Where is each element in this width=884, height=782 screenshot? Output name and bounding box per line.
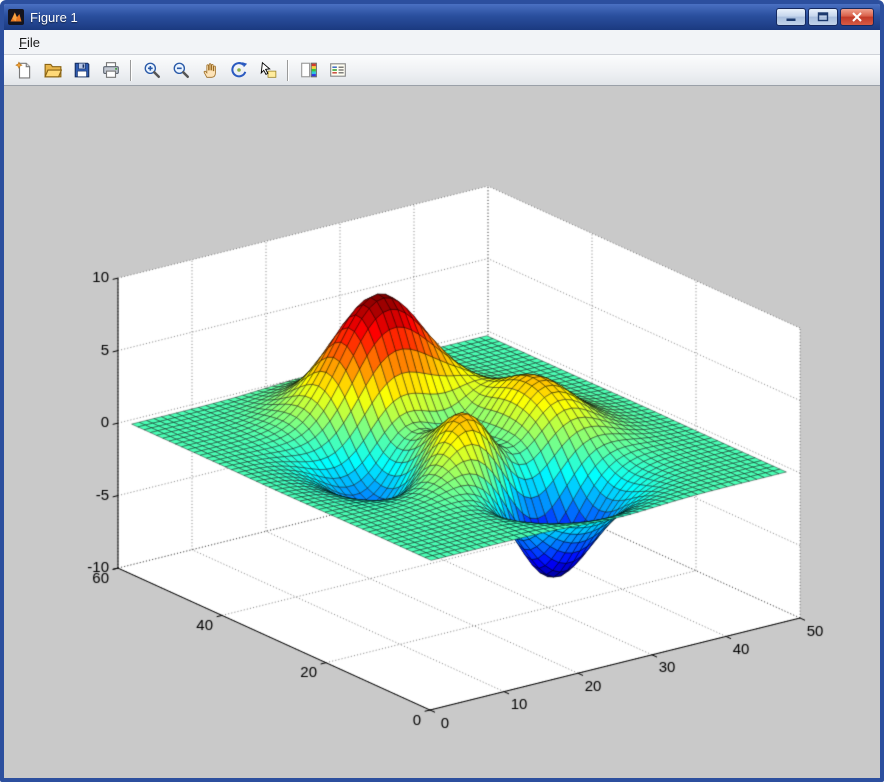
printer-icon — [102, 62, 119, 78]
data-cursor-button[interactable] — [254, 58, 281, 83]
zoom-out-button[interactable] — [167, 58, 194, 83]
figure-window: Figure 1 File — [0, 0, 884, 782]
new-figure-icon — [14, 61, 30, 79]
matlab-icon[interactable] — [8, 9, 24, 25]
toolbar-separator — [287, 59, 289, 81]
insert-legend-button[interactable] — [324, 58, 351, 83]
legend-icon — [329, 63, 346, 77]
open-folder-icon — [43, 63, 62, 78]
menu-file[interactable]: File — [12, 32, 47, 53]
window-controls — [776, 8, 876, 26]
menubar: File — [4, 30, 880, 55]
zoom-in-button[interactable] — [138, 58, 165, 83]
print-figure-button[interactable] — [97, 58, 124, 83]
surface-plot[interactable] — [4, 86, 880, 778]
open-file-button[interactable] — [39, 58, 66, 83]
new-figure-button[interactable] — [10, 58, 37, 83]
titlebar[interactable]: Figure 1 — [4, 4, 880, 30]
rotate-3d-icon — [230, 62, 247, 78]
colorbar-icon — [300, 62, 317, 78]
zoom-in-icon — [144, 62, 160, 78]
insert-colorbar-button[interactable] — [295, 58, 322, 83]
figure-canvas-area — [4, 86, 880, 778]
toolbar-separator — [130, 59, 132, 81]
pan-hand-icon — [203, 63, 216, 78]
minimize-button[interactable] — [776, 8, 806, 26]
window-title: Figure 1 — [30, 9, 78, 25]
pan-button[interactable] — [196, 58, 223, 83]
floppy-disk-icon — [74, 62, 89, 78]
close-button[interactable] — [840, 8, 874, 26]
save-figure-button[interactable] — [68, 58, 95, 83]
figure-toolbar — [4, 55, 880, 86]
data-cursor-icon — [260, 61, 276, 78]
zoom-out-icon — [173, 62, 189, 78]
rotate-3d-button[interactable] — [225, 58, 252, 83]
maximize-button[interactable] — [808, 8, 838, 26]
